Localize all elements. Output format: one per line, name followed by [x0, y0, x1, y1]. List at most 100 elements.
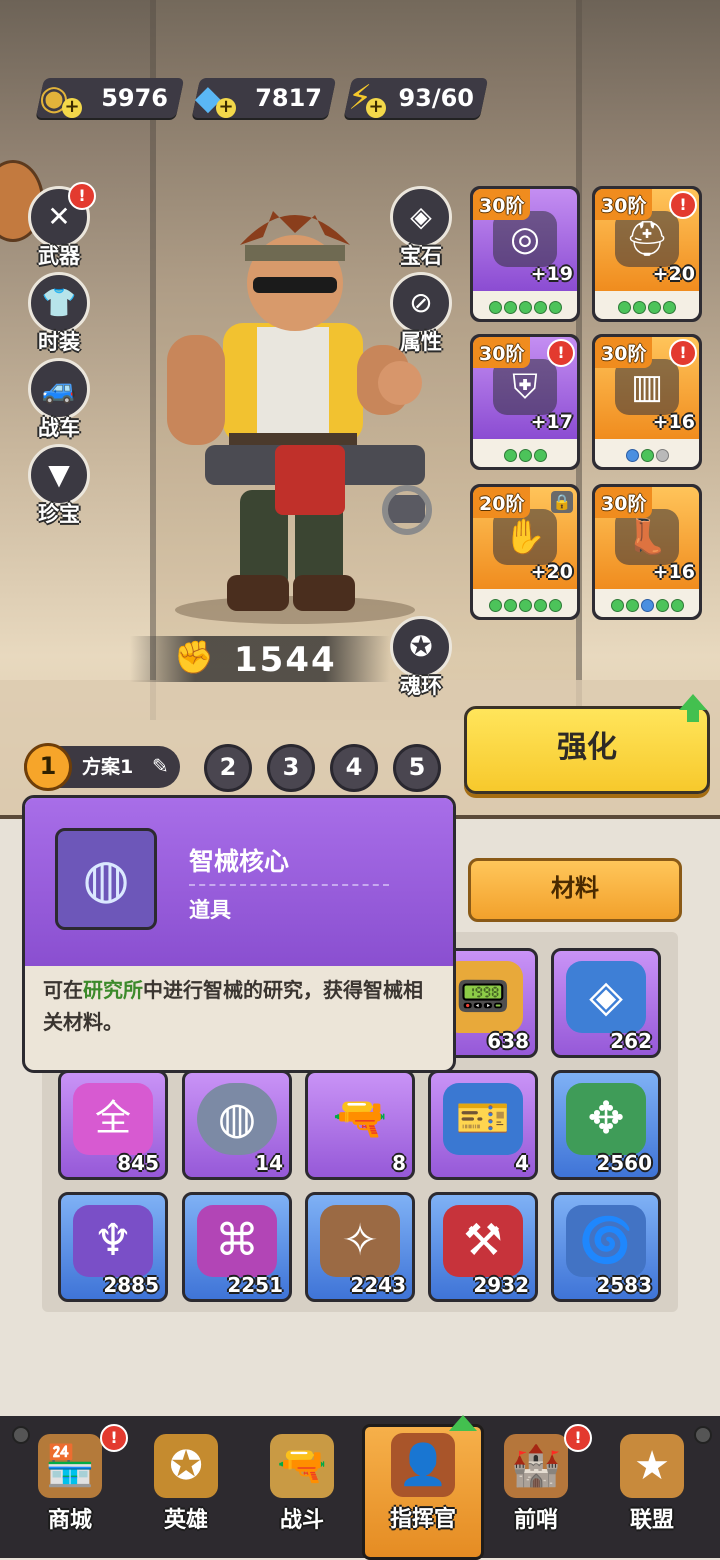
star-dots	[595, 597, 699, 616]
alert-badge: !	[669, 191, 697, 219]
commander-icon: 👤	[391, 1433, 455, 1497]
menu-treasure-label: 珍宝	[38, 502, 80, 526]
materials-tab[interactable]: 材料	[468, 858, 682, 922]
menu-weapon-button[interactable]: ✕ 武器 !	[24, 182, 96, 270]
car-icon: 🚙	[28, 358, 90, 420]
star-dots	[473, 447, 577, 466]
upgrade-arrow-icon	[679, 694, 707, 710]
inventory-item[interactable]: ◈ 262	[551, 948, 661, 1058]
inventory-item[interactable]: ✥ 2560	[551, 1070, 661, 1180]
crest-icon: ▼	[28, 444, 90, 506]
nav-battle-label: 战斗	[279, 1508, 324, 1533]
inventory-item[interactable]: 全 845	[58, 1070, 168, 1180]
battle-gun-icon: 🔫	[270, 1434, 334, 1498]
combat-power-value: 1544	[234, 640, 337, 680]
equipment-tier: 30阶	[473, 189, 531, 220]
upgrade-arrow-icon	[449, 1415, 477, 1431]
inventory-item[interactable]: ✧ 2243	[305, 1192, 415, 1302]
inventory-item[interactable]: ⌘ 2251	[182, 1192, 292, 1302]
diamond-value: 7817	[255, 84, 322, 112]
alert-badge: !	[669, 339, 697, 367]
alert-badge: !	[547, 339, 575, 367]
item-count: 2243	[350, 1273, 406, 1297]
gold-add-button[interactable]: +	[62, 98, 82, 118]
nav-hero[interactable]: ✪ 英雄	[128, 1428, 244, 1552]
equipment-level: +19	[530, 263, 573, 285]
star-dots	[473, 597, 577, 616]
green-can-icon: ✥	[566, 1083, 646, 1155]
enhance-button[interactable]: 强化	[464, 706, 710, 794]
inventory-item[interactable]: 🌀 2583	[551, 1192, 661, 1302]
nav-battle[interactable]: 🔫 战斗	[244, 1428, 360, 1552]
blueprint-chip-icon: ◈	[566, 961, 646, 1033]
upgrade-arrow-stem	[687, 710, 699, 722]
tooltip-desc-highlight[interactable]: 研究所	[83, 978, 143, 1002]
item-count: 2560	[596, 1151, 652, 1175]
shirt-icon: 👕	[28, 272, 90, 334]
tooltip-desc-pre: 可在	[43, 978, 83, 1002]
inventory-item[interactable]: ♆ 2885	[58, 1192, 168, 1302]
equipment-level: +20	[530, 561, 573, 583]
equipment-tier: 20阶	[473, 487, 531, 518]
hero-badge-icon: ✪	[154, 1434, 218, 1498]
combat-power: ✊ 1544	[130, 636, 390, 682]
equipment-slot-boots[interactable]: 👢 30阶 +16	[592, 484, 702, 620]
plan-tab-4[interactable]: 4	[330, 744, 378, 792]
menu-soul-ring-label: 魂环	[400, 674, 442, 698]
equipment-level: +16	[652, 411, 695, 433]
equipment-slot-ring[interactable]: ◎ 30阶 +19	[470, 186, 580, 322]
inventory-item[interactable]: ⚒ 2932	[428, 1192, 538, 1302]
power-fist-icon: ✊	[174, 638, 214, 676]
plan-tab-3[interactable]: 3	[267, 744, 315, 792]
nav-commander[interactable]: 👤 指挥官	[362, 1415, 484, 1560]
equipment-slot-armor[interactable]: ⛨ 30阶 +17 !	[470, 334, 580, 470]
inventory-item[interactable]: 🔫 8	[305, 1070, 415, 1180]
outpost-icon: 🏰	[504, 1434, 568, 1498]
gold-value: 5976	[101, 84, 168, 112]
nav-outpost-label: 前哨	[513, 1508, 558, 1533]
inventory-item[interactable]: 🎫 4	[428, 1070, 538, 1180]
inventory-item[interactable]: ◍ 14	[182, 1070, 292, 1180]
equipment-slot-helmet[interactable]: ⛑ 30阶 +20 !	[592, 186, 702, 322]
alert-badge: !	[100, 1424, 128, 1452]
menu-treasure-button[interactable]: ▼ 珍宝	[24, 444, 94, 528]
enhance-label: 强化	[557, 730, 617, 765]
flare-gun-icon: 🔫	[332, 1093, 388, 1144]
nav-alliance-label: 联盟	[629, 1508, 674, 1533]
plan-tab-5[interactable]: 5	[393, 744, 441, 792]
nav-hero-label: 英雄	[163, 1508, 208, 1533]
equipment-tier: 30阶	[473, 337, 531, 368]
item-count: 2583	[596, 1273, 652, 1297]
item-count: 8	[392, 1151, 406, 1175]
tooltip-item-name: 智械核心	[189, 847, 290, 876]
menu-soul-ring-button[interactable]: ✪ 魂环	[386, 616, 456, 700]
item-count: 4	[515, 1151, 529, 1175]
nav-shop-label: 商城	[47, 1508, 92, 1533]
item-count: 2251	[227, 1273, 283, 1297]
menu-outfit-label: 时装	[38, 330, 80, 354]
energy-add-button[interactable]: +	[366, 98, 386, 118]
nav-shop[interactable]: 🏪 商城 !	[12, 1424, 128, 1552]
nav-outpost[interactable]: 🏰 前哨 !	[478, 1424, 594, 1552]
shop-icon: 🏪	[38, 1434, 102, 1498]
menu-vehicle-label: 战车	[38, 416, 80, 440]
equipment-slot-pants[interactable]: ▥ 30阶 +16 !	[592, 334, 702, 470]
equipment-slot-gloves[interactable]: ✋ 20阶 +20 🔒	[470, 484, 580, 620]
mech-core-icon: ◍	[55, 828, 157, 930]
menu-vehicle-button[interactable]: 🚙 战车	[24, 358, 94, 442]
hero-character	[167, 211, 432, 624]
menu-weapon-label: 武器	[38, 244, 80, 268]
plan-tab-1[interactable]: 1 方案1 ✎	[24, 743, 180, 791]
alert-badge: !	[68, 182, 96, 210]
item-count: 262	[610, 1029, 652, 1053]
plan-tab-2[interactable]: 2	[204, 744, 252, 792]
nav-alliance[interactable]: ★ 联盟	[594, 1428, 710, 1552]
star-dots	[595, 447, 699, 466]
lock-icon: 🔒	[551, 491, 573, 513]
pencil-icon[interactable]: ✎	[152, 754, 169, 778]
item-count: 2932	[473, 1273, 529, 1297]
menu-outfit-button[interactable]: 👕 时装	[24, 272, 94, 356]
diamond-add-button[interactable]: +	[216, 98, 236, 118]
tooltip-divider	[189, 884, 389, 886]
item-count: 845	[117, 1151, 159, 1175]
